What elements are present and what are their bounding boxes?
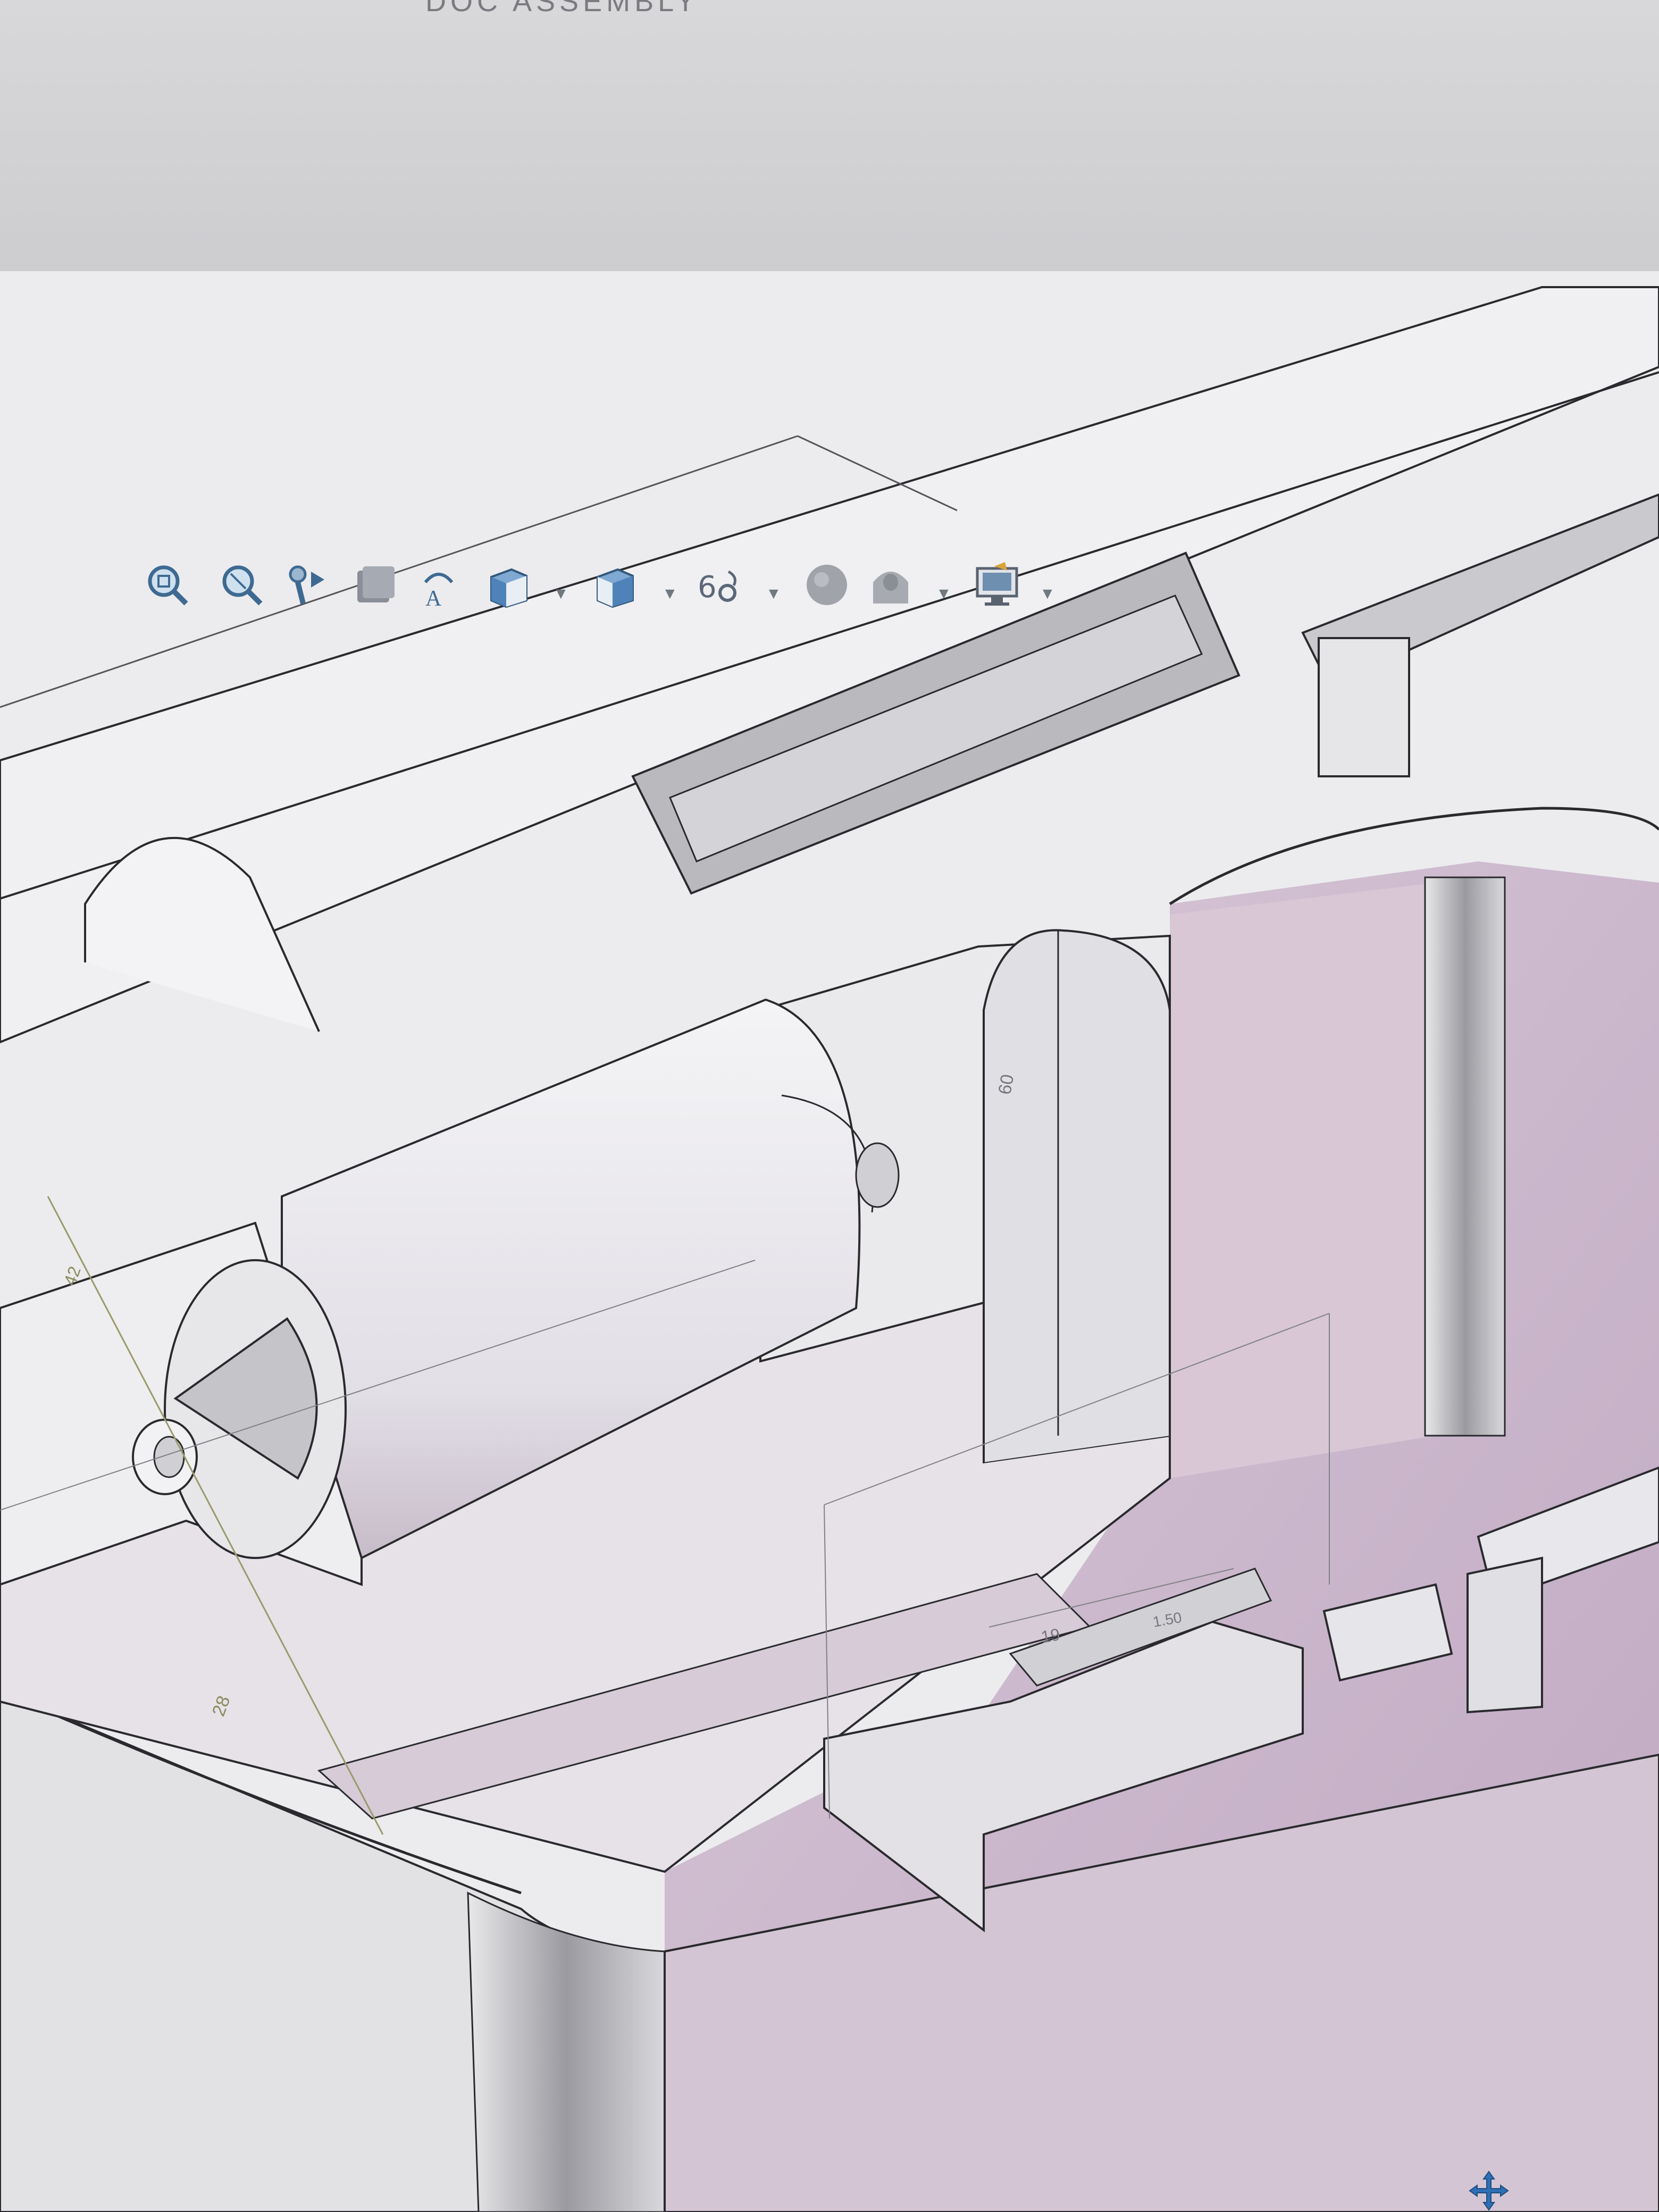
dynamic-annotation-icon[interactable]: A [415,561,463,609]
window-title-bar-overlay: DOC ASSEMBLY [0,0,1659,271]
svg-text:A: A [425,586,442,609]
hide-show-items-icon[interactable]: 6 [697,561,744,609]
section-view-icon[interactable] [351,561,399,609]
zoom-to-fit-icon[interactable] [144,561,191,609]
move-cursor-icon [1469,2171,1509,2211]
heads-up-view-toolbar: A ▼ ▼ 6 ▼ ▼ ▼ [0,271,1659,609]
dimension-label-d4[interactable]: 19 [1040,1624,1061,1647]
dimension-label-d1[interactable]: 60 [994,1073,1018,1096]
edit-appearance-icon[interactable] [803,561,851,609]
view-orientation-dropdown-icon[interactable]: ▼ [553,585,569,603]
window-title-text: DOC ASSEMBLY [425,0,700,18]
apply-scene-icon[interactable] [867,561,915,609]
view-settings-dropdown-icon[interactable]: ▼ [1040,585,1055,603]
display-style-dropdown-icon[interactable]: ▼ [662,585,678,603]
zoom-to-area-icon[interactable] [218,561,266,609]
view-settings-icon[interactable] [973,561,1021,609]
svg-text:6: 6 [698,570,717,605]
apply-scene-dropdown-icon[interactable]: ▼ [936,585,952,603]
previous-view-icon[interactable] [282,561,330,609]
view-orientation-icon[interactable] [484,561,532,609]
hide-show-items-dropdown-icon[interactable]: ▼ [766,585,782,603]
display-style-icon[interactable] [590,561,638,609]
